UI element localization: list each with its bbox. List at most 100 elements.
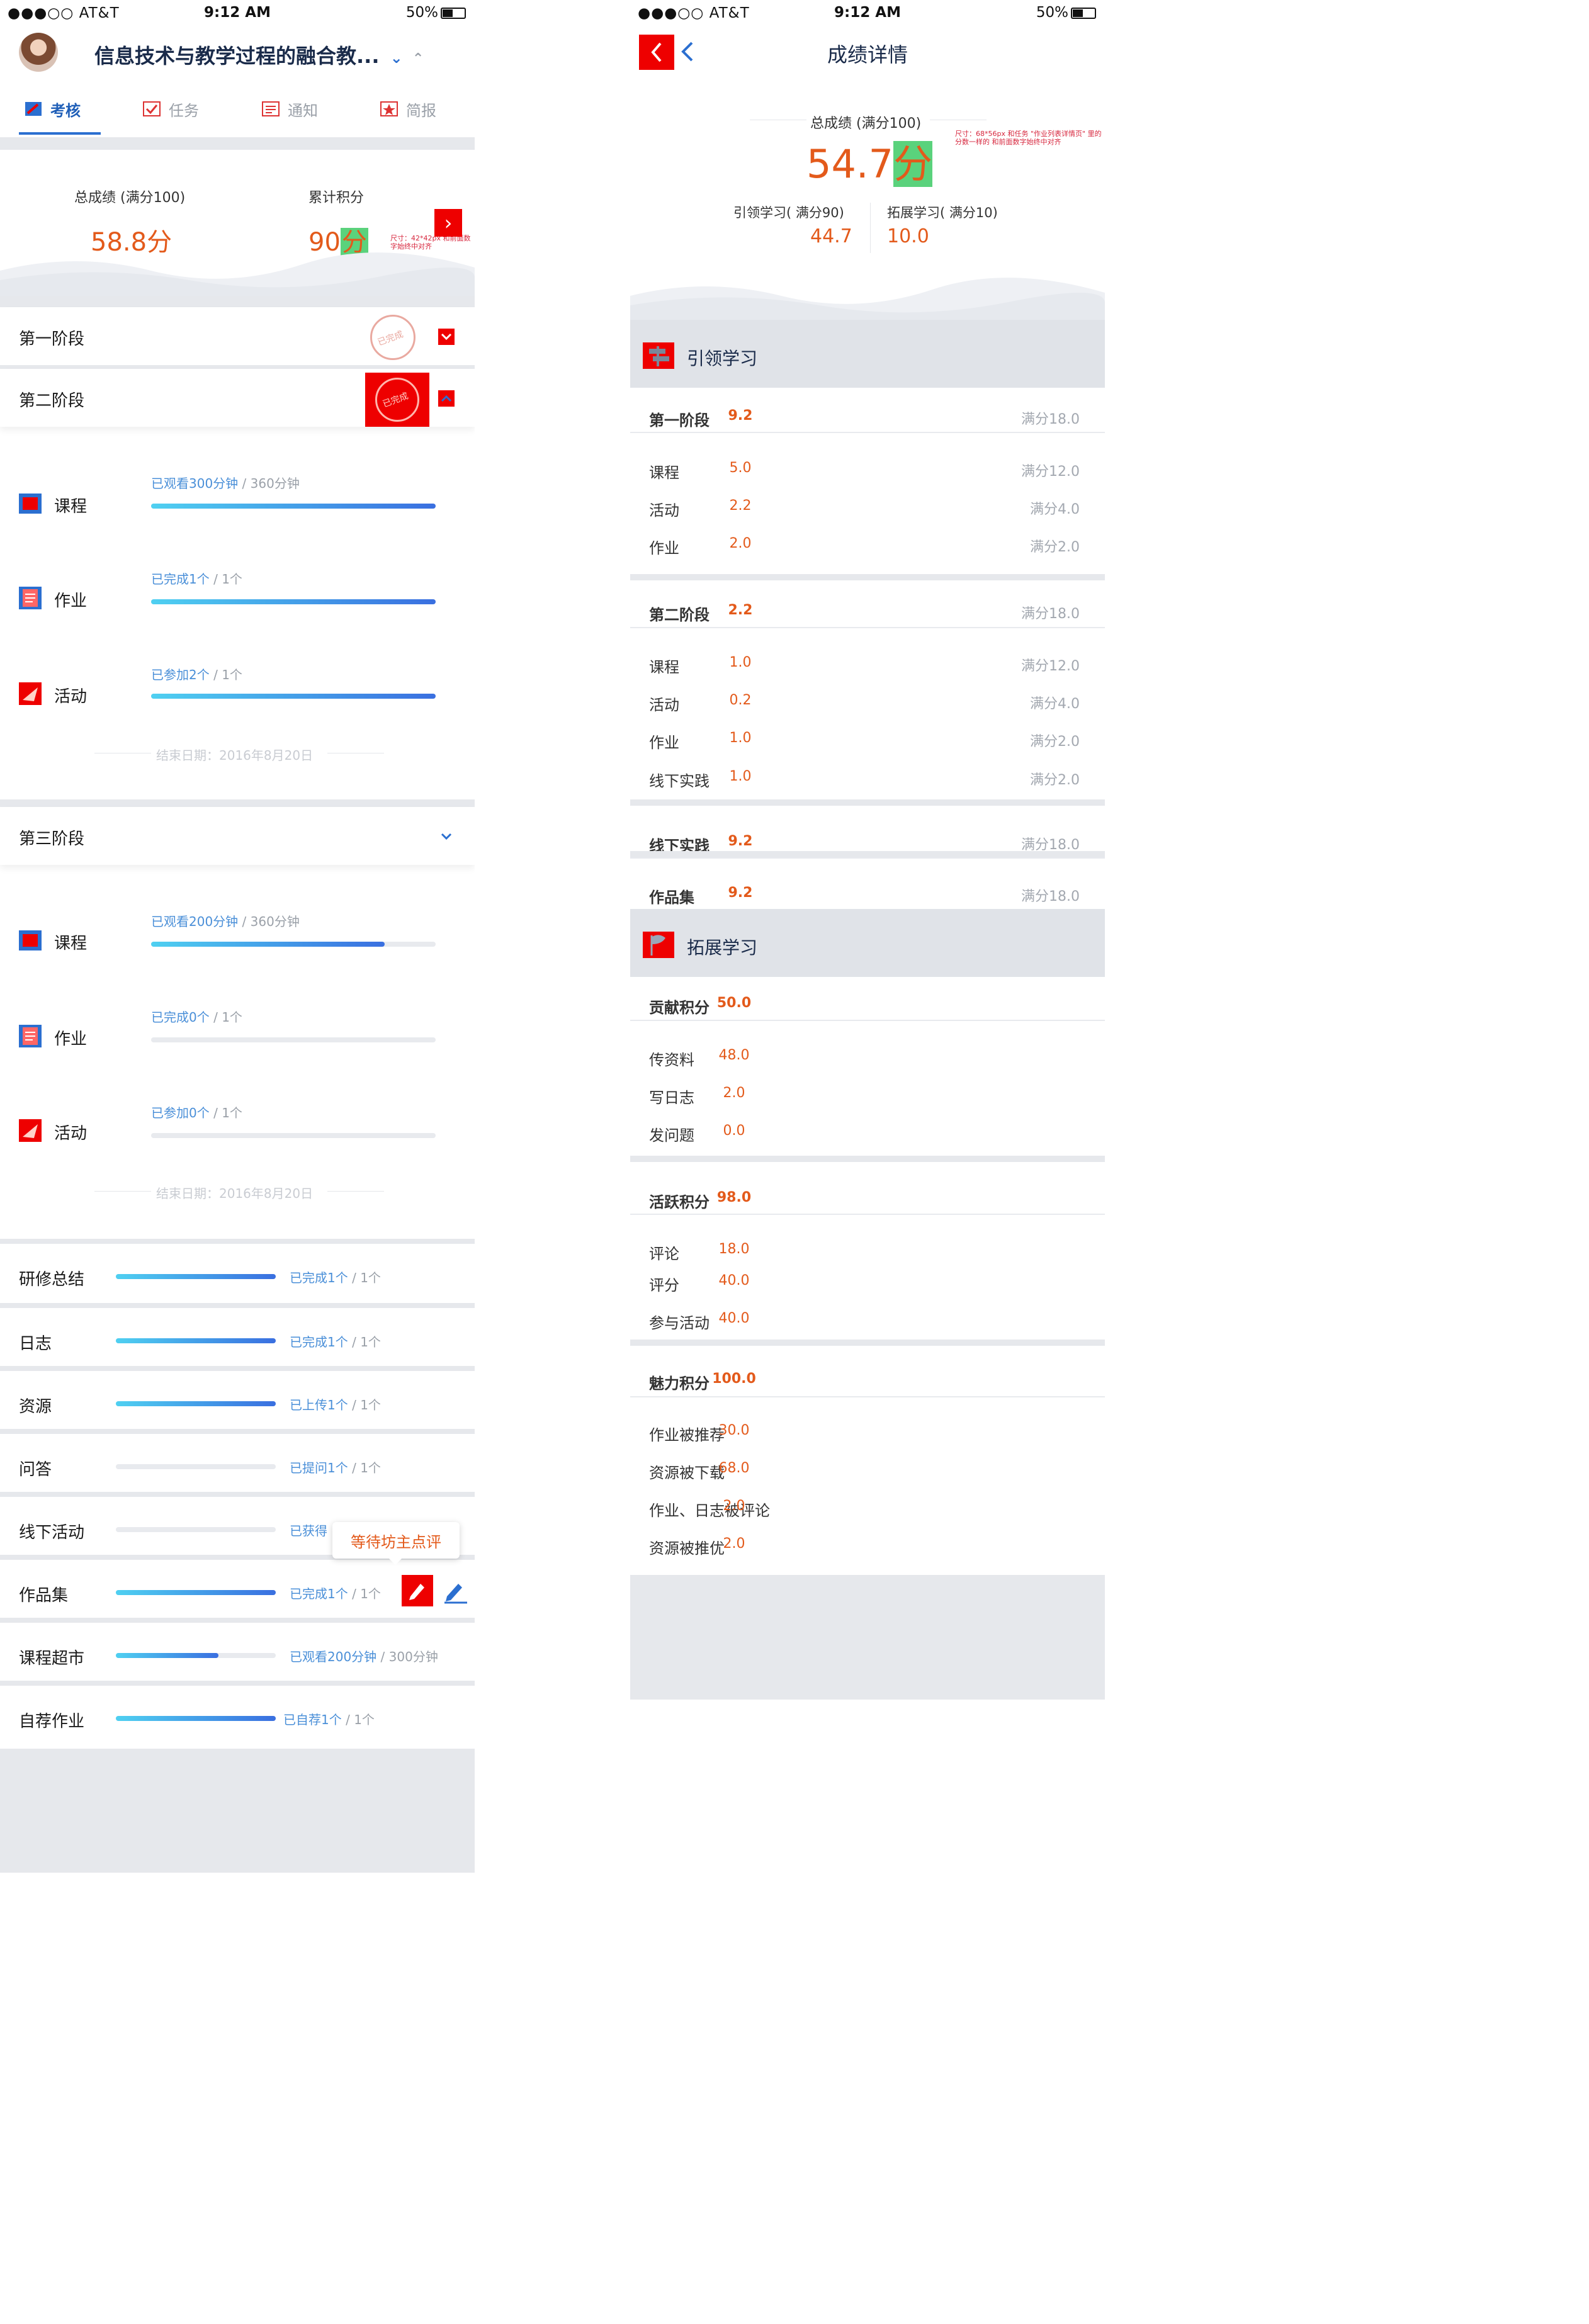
end-date: 结束日期：2016年8月20日: [156, 748, 314, 763]
row-value: 68.0: [718, 1460, 750, 1476]
progress-text: 已观看300分钟 / 360分钟: [151, 476, 300, 491]
homework-icon: [19, 587, 42, 609]
row-value: 9.2: [728, 833, 753, 849]
list-item[interactable]: 课程超市 已观看200分钟 / 300分钟: [0, 1623, 475, 1686]
progress-fill: [116, 1653, 218, 1658]
lead-score-label: 引领学习( 满分90): [733, 205, 844, 220]
pencil-blue-icon[interactable]: [441, 1576, 470, 1605]
progress-text: 已完成1个 / 1个: [290, 1334, 381, 1350]
progress-bar: [116, 1527, 276, 1532]
footer-space: [630, 1575, 1105, 1700]
divider: [630, 799, 1105, 806]
chevron-up-icon[interactable]: ⌃: [412, 51, 424, 67]
extension-score-value: 10.0: [887, 225, 929, 247]
score-row: 活跃积分 98.0: [630, 1178, 1105, 1216]
row-value: 5.0: [729, 460, 752, 476]
list-item[interactable]: 研修总结 已完成1个 / 1个: [0, 1244, 475, 1307]
score-row: 活动 2.2 满分4.0: [630, 487, 1105, 524]
avatar[interactable]: [19, 33, 58, 72]
progress-fill: [116, 1338, 276, 1343]
progress-fill: [151, 694, 436, 699]
progress-bar: [151, 1133, 436, 1138]
assessment-icon: [25, 102, 42, 116]
row-value: 40.0: [718, 1311, 750, 1326]
score-row: 作业、日志被评论 2.0: [630, 1487, 1105, 1525]
chevron-up-icon: [441, 395, 452, 402]
chevron-down-icon[interactable]: [438, 828, 455, 845]
divider: [0, 1618, 475, 1623]
row-value: 18.0: [718, 1241, 750, 1257]
pencil-red-icon[interactable]: [402, 1575, 433, 1606]
flag-icon: [643, 932, 674, 958]
homework-icon: [19, 1025, 42, 1047]
expand-toggle[interactable]: [438, 329, 455, 345]
wave-decoration: [0, 252, 475, 296]
row-label: 活动: [649, 696, 679, 714]
progress-bar: [151, 694, 436, 699]
row-value: 1.0: [729, 655, 752, 670]
list-item[interactable]: 作品集 已完成1个 / 1个: [0, 1560, 475, 1623]
total-score-label: 总成绩 (满分100): [810, 116, 922, 132]
stage-label: 第二阶段: [19, 392, 85, 410]
list-item[interactable]: 资源 已上传1个 / 1个: [0, 1371, 475, 1434]
list-item[interactable]: 问答 已提问1个 / 1个: [0, 1434, 475, 1497]
total-score-value: 54.7分: [806, 141, 933, 187]
item-label: 课程超市: [19, 1649, 85, 1668]
review-tooltip: 等待坊主点评: [332, 1522, 460, 1565]
stage-3-row[interactable]: 第三阶段: [0, 807, 475, 865]
stage-1-row[interactable]: 第一阶段 已完成: [0, 307, 475, 365]
row-label: 第二阶段: [649, 606, 710, 624]
score-row: 资源被下载 68.0: [630, 1449, 1105, 1487]
divider: [870, 203, 871, 253]
list-item[interactable]: 日志 已完成1个 / 1个: [0, 1308, 475, 1371]
divider: [94, 1191, 151, 1192]
score-row: 评分 40.0: [630, 1261, 1105, 1299]
item-label: 作品集: [19, 1586, 69, 1605]
lead-learning-header: 引领学习: [630, 320, 1105, 388]
tab-notices[interactable]: 通知: [261, 82, 318, 136]
tab-tasks[interactable]: 任务: [142, 82, 199, 136]
completed-stamp-icon: 已完成: [370, 315, 416, 360]
row-value: 0.2: [729, 692, 752, 708]
row-max: 满分18.0: [1021, 412, 1080, 427]
tab-bar: 考核 任务 通知 简报: [0, 82, 475, 136]
row-label: 第一阶段: [649, 412, 710, 429]
row-max: 满分18.0: [1021, 606, 1080, 622]
section-title: 拓展学习: [687, 937, 758, 958]
row-value: 9.2: [728, 885, 753, 901]
row-label: 作业: [649, 539, 679, 557]
row-max: 满分4.0: [1030, 502, 1080, 517]
status-bar: ●●●○○ AT&T 9:12 AM 50%: [0, 0, 475, 25]
progress-fill: [151, 599, 436, 604]
collapse-toggle[interactable]: [438, 390, 455, 407]
item-label: 课程: [54, 497, 88, 516]
row-label: 参与活动: [649, 1314, 710, 1332]
battery-indicator: 50%: [1036, 4, 1096, 21]
score-row: 课程 1.0 满分12.0: [630, 643, 1105, 681]
progress-fill: [151, 504, 436, 509]
row-value: 2.0: [723, 1085, 745, 1101]
divider: [0, 1681, 475, 1686]
chevron-down-icon[interactable]: ⌄: [390, 49, 403, 67]
task-icon: [143, 101, 161, 116]
row-label: 评论: [649, 1245, 679, 1263]
row-max: 满分12.0: [1021, 658, 1080, 674]
tab-assessment[interactable]: 考核: [24, 82, 81, 136]
progress-bar: [116, 1590, 276, 1595]
stage-2-row[interactable]: 第二阶段 已完成: [0, 369, 475, 427]
divider: [630, 1020, 1105, 1021]
divider: [0, 1492, 475, 1497]
score-row: 第二阶段 2.2 满分18.0: [630, 591, 1105, 629]
progress-text: 已完成0个 / 1个: [151, 1010, 242, 1025]
progress-bar: [116, 1464, 276, 1469]
chevron-right-icon[interactable]: ›: [434, 209, 462, 237]
end-date: 结束日期：2016年8月20日: [156, 1186, 314, 1201]
course-title-dropdown[interactable]: 信息技术与教学过程的融合教... ⌄ ⌃: [94, 40, 424, 69]
progress-text: 已提问1个 / 1个: [290, 1460, 381, 1475]
progress-text: 已完成1个 / 1个: [151, 572, 242, 587]
tab-briefings[interactable]: 简报: [380, 82, 436, 136]
progress-bar: [116, 1274, 276, 1279]
list-item[interactable]: 自荐作业 已自荐1个 / 1个: [0, 1686, 475, 1749]
score-row: 活动 0.2 满分4.0: [630, 681, 1105, 719]
score-row: 作业 2.0 满分2.0: [630, 524, 1105, 562]
